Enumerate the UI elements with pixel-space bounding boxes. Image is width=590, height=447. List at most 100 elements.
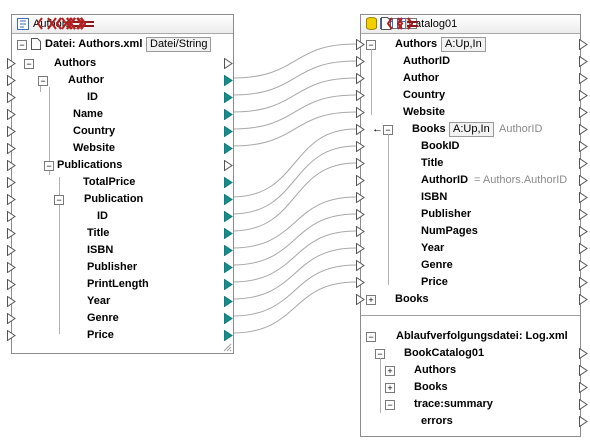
collapse-icon[interactable]: − [366, 332, 376, 342]
input-connector-icon[interactable] [7, 92, 16, 103]
input-connector-icon[interactable] [7, 245, 16, 256]
output-connector-icon[interactable] [579, 56, 588, 67]
input-connector-icon[interactable] [7, 194, 16, 205]
output-connector-icon[interactable] [224, 228, 233, 239]
source-file-row[interactable]: − Datei: Authors.xml Datei/String [12, 36, 233, 53]
source-node-website[interactable] [12, 140, 233, 157]
input-connector-icon[interactable] [7, 313, 16, 324]
output-connector-icon[interactable] [579, 277, 588, 288]
output-connector-icon[interactable] [224, 126, 233, 137]
input-connector-icon[interactable] [356, 90, 365, 101]
input-connector-icon[interactable] [7, 228, 16, 239]
input-connector-icon[interactable] [7, 279, 16, 290]
source-component-authors[interactable]: Authors − Datei: Authors.xml Datei/Strin… [7, 14, 234, 354]
output-connector-icon[interactable] [579, 399, 588, 410]
source-node-genre[interactable] [12, 310, 233, 327]
output-connector-icon[interactable] [224, 211, 233, 222]
source-node-country[interactable] [12, 123, 233, 140]
input-connector-icon[interactable] [7, 330, 16, 341]
authors-action-button[interactable]: A:Up,In [441, 37, 486, 52]
output-connector-icon[interactable] [579, 158, 588, 169]
input-connector-icon[interactable] [356, 107, 365, 118]
file-string-button[interactable]: Datei/String [146, 37, 212, 52]
collapse-icon[interactable]: − [44, 161, 54, 171]
output-connector-icon[interactable] [579, 192, 588, 203]
source-node-isbn[interactable] [12, 242, 233, 259]
output-connector-icon[interactable] [579, 141, 588, 152]
output-connector-icon[interactable] [579, 416, 588, 427]
output-connector-icon[interactable] [224, 177, 233, 188]
output-connector-icon[interactable] [579, 73, 588, 84]
input-connector-icon[interactable] [356, 39, 365, 50]
collapse-icon[interactable]: − [24, 59, 34, 69]
output-connector-icon[interactable] [579, 260, 588, 271]
input-connector-icon[interactable] [7, 177, 16, 188]
input-connector-icon[interactable] [356, 56, 365, 67]
output-connector-icon[interactable] [579, 175, 588, 186]
output-connector-icon[interactable] [579, 124, 588, 135]
input-connector-icon[interactable] [7, 75, 16, 86]
source-node-title[interactable] [12, 225, 233, 242]
input-connector-icon[interactable] [356, 175, 365, 186]
output-connector-icon[interactable] [224, 279, 233, 290]
input-connector-icon[interactable] [7, 211, 16, 222]
output-connector-icon[interactable] [224, 194, 233, 205]
expand-icon[interactable]: + [385, 366, 395, 376]
output-connector-icon[interactable] [579, 39, 588, 50]
output-connector-icon[interactable] [224, 143, 233, 154]
input-connector-icon[interactable] [356, 243, 365, 254]
input-connector-icon[interactable] [7, 58, 16, 69]
output-connector-icon[interactable] [224, 296, 233, 307]
input-connector-icon[interactable] [356, 192, 365, 203]
output-connector-icon[interactable] [224, 245, 233, 256]
input-connector-icon[interactable] [7, 109, 16, 120]
input-connector-icon[interactable] [7, 160, 16, 171]
input-connector-icon[interactable] [356, 73, 365, 84]
input-connector-icon[interactable] [7, 262, 16, 273]
input-connector-icon[interactable] [356, 209, 365, 220]
output-connector-icon[interactable] [224, 313, 233, 324]
input-connector-icon[interactable] [356, 158, 365, 169]
output-connector-icon[interactable] [579, 294, 588, 305]
source-node-name[interactable] [12, 106, 233, 123]
output-connector-icon[interactable] [579, 107, 588, 118]
input-connector-icon[interactable] [7, 126, 16, 137]
output-connector-icon[interactable] [224, 109, 233, 120]
input-connector-icon[interactable] [356, 226, 365, 237]
source-node-price[interactable] [12, 327, 233, 344]
input-connector-icon[interactable] [356, 124, 365, 135]
expand-icon[interactable]: + [385, 383, 395, 393]
output-connector-icon[interactable] [579, 90, 588, 101]
books-action-button[interactable]: A:Up,In [449, 122, 494, 137]
source-node-publication-id[interactable] [12, 208, 233, 225]
input-connector-icon[interactable] [356, 260, 365, 271]
input-connector-icon[interactable] [356, 141, 365, 152]
collapse-icon[interactable]: − [385, 400, 395, 410]
collapse-icon[interactable]: − [38, 76, 48, 86]
input-connector-icon[interactable] [356, 277, 365, 288]
collapse-icon[interactable]: − [17, 40, 27, 50]
collapse-icon[interactable]: − [54, 195, 64, 205]
output-connector-icon[interactable] [224, 160, 233, 171]
output-connector-icon[interactable] [579, 243, 588, 254]
expand-icon[interactable]: + [366, 295, 376, 305]
output-connector-icon[interactable] [579, 209, 588, 220]
output-connector-icon[interactable] [224, 75, 233, 86]
output-connector-icon[interactable] [579, 382, 588, 393]
input-connector-icon[interactable] [7, 296, 16, 307]
output-connector-icon[interactable] [224, 262, 233, 273]
output-connector-icon[interactable] [579, 226, 588, 237]
output-connector-icon[interactable] [579, 348, 588, 359]
output-connector-icon[interactable] [224, 58, 233, 69]
output-connector-icon[interactable] [224, 92, 233, 103]
target-component-bookcatalog[interactable]: BookCatalog01 − Authors A:Up,In AuthorID Aut… [356, 14, 588, 437]
source-node-authors[interactable] [12, 55, 233, 72]
node-label: Author [68, 74, 105, 86]
tree-guide-line [388, 134, 389, 285]
output-connector-icon[interactable] [579, 365, 588, 376]
source-node-author-id[interactable] [12, 89, 233, 106]
input-connector-icon[interactable] [356, 294, 365, 305]
input-connector-icon[interactable] [7, 143, 16, 154]
source-node-year[interactable] [12, 293, 233, 310]
output-connector-icon[interactable] [224, 330, 233, 341]
